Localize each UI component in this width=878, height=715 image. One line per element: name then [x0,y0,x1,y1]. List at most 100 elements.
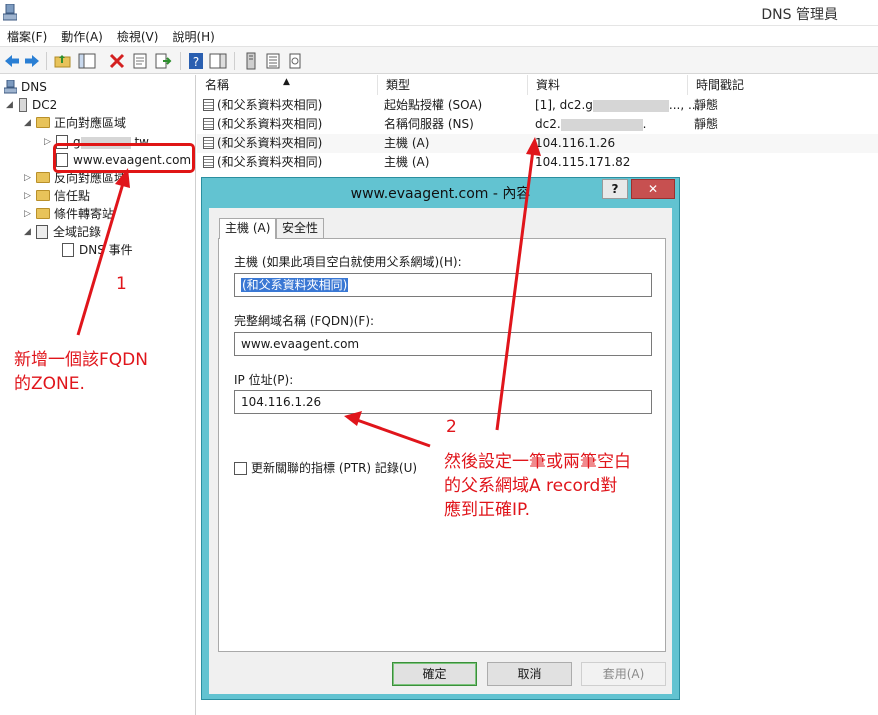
column-header-timestamp[interactable]: 時間戳記 [688,75,878,95]
record-name-cell: (和父系資料夾相同) [203,134,322,153]
forward-arrow-icon[interactable] [23,52,41,70]
toolbar-separator [46,52,47,70]
menu-view[interactable]: 檢視(V) [110,28,166,45]
tree-label: 信任點 [54,189,91,203]
table-row[interactable]: (和父系資料夾相同) 起始點授權 (SOA) [1], dc2.g..., ..… [197,96,878,115]
annotation-note-1: 新增一個該FQDN 的ZONE. [14,348,148,396]
tree-node-dns-events[interactable]: DNS 事件 [60,241,133,259]
column-header-data[interactable]: 資料 [528,75,688,95]
record-data: [1], dc2.g [535,98,593,112]
list-icon[interactable] [264,52,282,70]
show-pane-icon[interactable] [209,52,227,70]
table-row[interactable]: (和父系資料夾相同) 主機 (A) 104.115.171.82 [197,153,878,172]
annotation-line: 然後設定一筆或兩筆空白 [444,452,631,472]
folder-up-icon[interactable] [54,52,72,70]
title-bar: DNS 管理員 [0,0,878,26]
checkbox-box[interactable] [234,462,247,475]
record-data: . [642,117,647,131]
help-icon[interactable]: ? [187,52,205,70]
window-title: DNS 管理員 [761,7,838,23]
folder-icon [36,172,50,183]
tree-label: 全域記錄 [53,225,102,239]
column-label: 類型 [386,78,411,92]
table-row[interactable]: (和父系資料夾相同) 名稱伺服器 (NS) dc2.. 靜態 [197,115,878,134]
back-arrow-icon[interactable] [3,52,21,70]
cancel-button[interactable]: 取消 [487,662,572,686]
help-button[interactable]: ? [602,179,628,199]
annotation-line: 應到正確IP. [444,500,531,520]
host-input[interactable]: (和父系資料夾相同) [234,273,652,297]
tree-node-dns[interactable]: DNS [4,78,47,96]
delete-icon[interactable] [108,52,126,70]
fqdn-field[interactable]: www.evaagent.com [234,332,652,356]
record-icon [203,99,214,111]
column-header-name[interactable]: 名稱 ▲ [197,75,378,95]
record-data: 104.115.171.82 [535,155,631,169]
record-name: (和父系資料夾相同) [217,155,323,169]
ptr-checkbox[interactable]: 更新關聯的指標 (PTR) 記錄(U) [234,460,417,476]
ok-button[interactable]: 確定 [392,662,477,686]
properties-icon[interactable] [131,52,149,70]
record-type: 名稱伺服器 (NS) [384,117,474,131]
fqdn-label: 完整網域名稱 (FQDN)(F): [234,314,375,328]
annotation-note-2: 然後設定一筆或兩筆空白 的父系網域A record對 應到正確IP. [444,450,631,522]
toolbar: ? [0,46,878,74]
export-icon[interactable] [154,52,172,70]
record-icon[interactable] [286,52,304,70]
tab-host-a[interactable]: 主機 (A) [219,218,277,239]
column-label: 名稱 [205,78,230,92]
ip-address-input[interactable]: 104.116.1.26 [234,390,652,414]
record-data: dc2. [535,117,561,131]
record-data-cell: dc2.. [535,115,647,134]
annotation-line: 新增一個該FQDN [14,350,148,370]
ptr-checkbox-label: 更新關聯的指標 (PTR) 記錄(U) [251,461,418,475]
record-icon [203,156,214,168]
column-label: 時間戳記 [696,78,745,92]
column-header-type[interactable]: 類型 [378,75,528,95]
apply-button[interactable]: 套用(A) [581,662,666,686]
folder-icon [36,208,50,219]
expand-arrow-icon[interactable]: ▷ [24,169,34,187]
record-timestamp: 靜態 [694,98,719,112]
menu-help[interactable]: 說明(H) [165,28,221,45]
record-type: 起始點授權 (SOA) [384,98,483,112]
record-name: (和父系資料夾相同) [217,136,323,150]
tree-label: 條件轉寄站 [54,207,115,221]
close-button[interactable]: ✕ [631,179,675,199]
collapse-arrow-icon[interactable]: ◢ [6,96,16,114]
expand-arrow-icon[interactable]: ▷ [24,205,34,223]
highlight-box [53,143,195,173]
redacted-text [592,99,669,112]
expand-arrow-icon[interactable]: ▷ [24,187,34,205]
sort-ascending-icon: ▲ [283,77,290,87]
tree-node-forward-zones[interactable]: ◢ 正向對應區域 [24,114,126,132]
record-icon [203,137,214,149]
annotation-number-1: 1 [116,274,127,294]
annotation-line: 的ZONE. [14,374,85,394]
tree-node-conditional-forwarders[interactable]: ▷ 條件轉寄站 [24,205,114,223]
host-label: 主機 (如果此項目空白就使用父系網域)(H): [234,255,462,269]
tree-label: DC2 [32,98,58,112]
record-type: 主機 (A) [384,155,430,169]
menu-file[interactable]: 檔案(F) [0,28,54,45]
tab-security[interactable]: 安全性 [276,218,325,238]
table-row[interactable]: (和父系資料夾相同) 主機 (A) 104.116.1.26 [197,134,878,153]
menu-bar: 檔案(F) 動作(A) 檢視(V) 說明(H) [0,26,878,46]
annotation-line: 的父系網域A record對 [444,476,618,496]
tab-page-host: 主機 (如果此項目空白就使用父系網域)(H): (和父系資料夾相同) 完整網域名… [218,238,666,652]
record-data-cell: [1], dc2.g..., ... [535,96,699,115]
server-icon[interactable] [242,52,260,70]
tree-node-trust-points[interactable]: ▷ 信任點 [24,187,90,205]
console-tree-icon[interactable] [78,52,96,70]
server-icon [19,98,27,112]
tree-node-server[interactable]: ◢ DC2 [6,96,57,114]
annotation-number-2: 2 [446,417,457,437]
menu-action[interactable]: 動作(A) [54,28,110,45]
record-name-cell: (和父系資料夾相同) [203,96,322,115]
collapse-arrow-icon[interactable]: ◢ [24,114,34,132]
collapse-arrow-icon[interactable]: ◢ [24,223,34,241]
tree-node-global-logs[interactable]: ◢ 全域記錄 [24,223,101,241]
tree-label: DNS 事件 [79,243,133,257]
dns-root-icon [4,80,17,94]
tree-label: 正向對應區域 [54,116,127,130]
